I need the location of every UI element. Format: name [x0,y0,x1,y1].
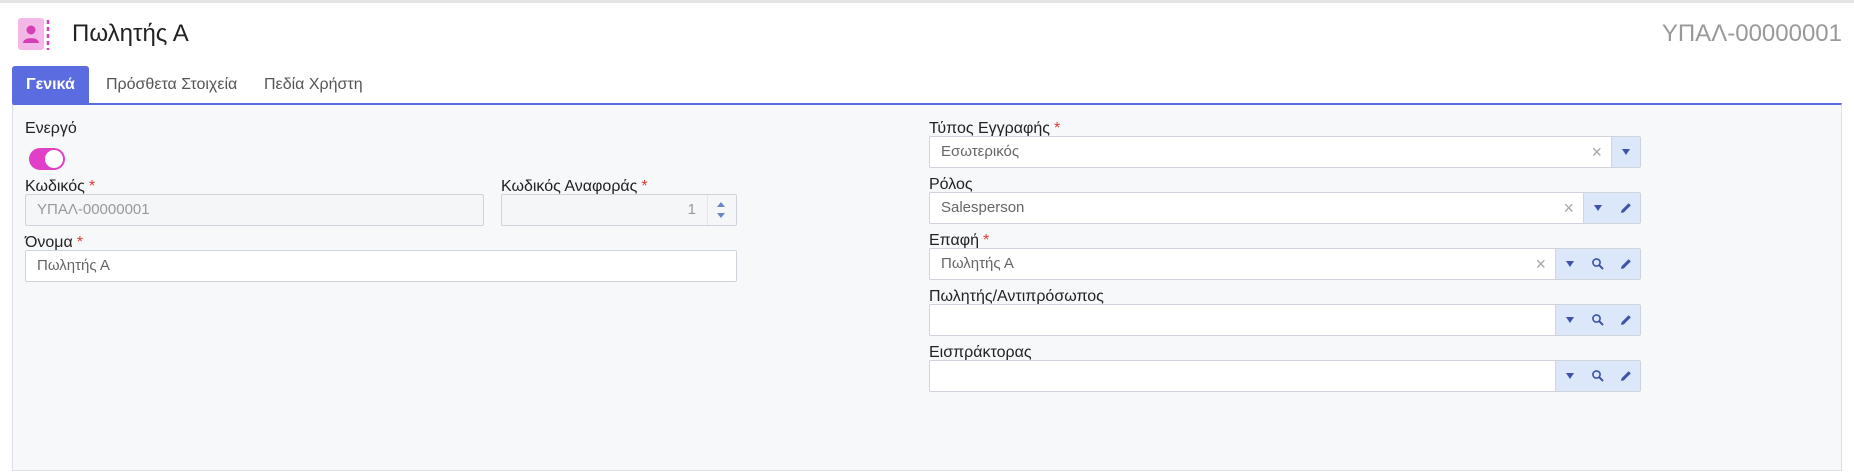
chevron-down-icon[interactable] [1556,361,1584,391]
active-toggle[interactable] [29,148,65,170]
sales-rep-select[interactable] [929,304,1641,336]
code-value: ΥΠΑΛ-00000001 [37,201,150,218]
toggle-knob [45,150,63,168]
search-icon[interactable] [1584,305,1612,335]
increment-icon[interactable] [717,202,725,207]
edit-icon[interactable] [1612,361,1640,391]
required-marker: * [1054,120,1061,137]
record-code: ΥΠΑΛ-00000001 [1661,20,1842,47]
top-border [0,0,1854,3]
tab-additional-info[interactable]: Πρόσθετα Στοιχεία [92,66,251,104]
required-marker: * [88,178,96,195]
chevron-down-icon[interactable] [1556,305,1584,335]
code-field[interactable]: ΥΠΑΛ-00000001 [25,194,484,226]
collector-select[interactable] [929,360,1641,392]
contact-select[interactable]: Πωλητής Α × [929,248,1641,280]
page-title: Πωλητής Α [72,20,189,47]
page-header: Πωλητής Α ΥΠΑΛ-00000001 [0,10,1854,58]
contact-value: Πωλητής Α [941,255,1014,272]
stepper-buttons [707,195,736,225]
role-select[interactable]: Salesperson × [929,192,1641,224]
role-buttons [1583,193,1640,223]
chevron-down-icon[interactable] [1612,137,1640,167]
collector-buttons [1555,361,1640,391]
required-marker: * [983,232,990,249]
tab-user-fields[interactable]: Πεδία Χρήστη [250,66,377,104]
search-icon[interactable] [1584,361,1612,391]
record-type-value: Εσωτερικός [941,143,1020,160]
chevron-down-icon[interactable] [1584,193,1612,223]
sales-rep-buttons [1555,305,1640,335]
chevron-down-icon[interactable] [1556,249,1584,279]
edit-icon[interactable] [1612,193,1640,223]
record-type-buttons [1611,137,1640,167]
contact-buttons [1555,249,1640,279]
role-value: Salesperson [941,199,1025,216]
name-field[interactable]: Πωλητής Α [25,250,737,282]
decrement-icon[interactable] [717,213,725,218]
clear-icon[interactable]: × [1591,137,1602,167]
name-value: Πωλητής Α [37,257,110,274]
clear-icon[interactable]: × [1535,249,1546,279]
active-label: Ενεργό [25,120,77,137]
required-marker: * [641,178,648,195]
ref-code-stepper[interactable]: 1 [501,194,737,226]
edit-icon[interactable] [1612,305,1640,335]
general-panel: Ενεργό Κωδικός * ΥΠΑΛ-00000001 Κωδικός Αν… [12,103,1842,471]
search-icon[interactable] [1584,249,1612,279]
contact-book-icon [18,16,50,52]
edit-icon[interactable] [1612,249,1640,279]
required-marker: * [76,234,83,251]
clear-icon[interactable]: × [1563,193,1574,223]
record-type-select[interactable]: Εσωτερικός × [929,136,1641,168]
ref-code-value: 1 [687,201,696,218]
tab-general[interactable]: Γενικά [12,66,89,104]
